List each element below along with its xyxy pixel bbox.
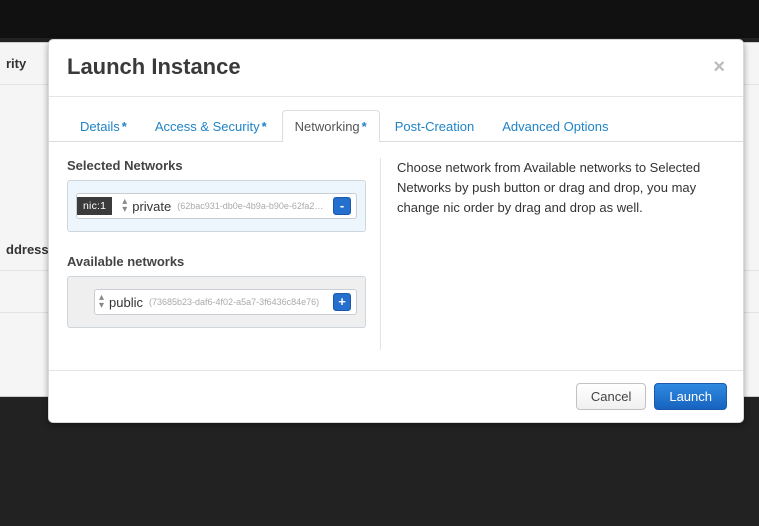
modal-header: Launch Instance × — [49, 40, 743, 97]
selected-networks-label: Selected Networks — [67, 158, 366, 173]
networks-column: Selected Networks nic:1 ▴▾ private (62ba… — [67, 158, 381, 350]
network-name: private — [132, 199, 171, 214]
tab-advanced-options[interactable]: Advanced Options — [489, 110, 621, 142]
modal-body: Selected Networks nic:1 ▴▾ private (62ba… — [49, 142, 743, 370]
available-networks-label: Available networks — [67, 254, 366, 269]
drag-handle-icon[interactable]: ▴▾ — [95, 294, 103, 310]
nic-badge: nic:1 — [77, 197, 112, 215]
close-icon[interactable]: × — [713, 57, 725, 77]
launch-instance-modal: Launch Instance × Details* Access & Secu… — [48, 39, 744, 423]
selected-networks-panel[interactable]: nic:1 ▴▾ private (62bac931-db0e-4b9a-b90… — [67, 180, 366, 232]
tab-details[interactable]: Details* — [67, 110, 140, 142]
tab-networking[interactable]: Networking* — [282, 110, 380, 142]
launch-button[interactable]: Launch — [654, 383, 727, 410]
tab-post-creation[interactable]: Post-Creation — [382, 110, 487, 142]
required-marker: * — [122, 119, 127, 134]
topbar — [0, 0, 759, 38]
tab-label: Networking — [295, 119, 360, 134]
tab-access-security[interactable]: Access & Security* — [142, 110, 280, 142]
tab-bar: Details* Access & Security* Networking* … — [49, 109, 743, 142]
required-marker: * — [262, 119, 267, 134]
available-networks-panel[interactable]: ▴▾ public (73685b23-daf6-4f02-a5a7-3f643… — [67, 276, 366, 328]
remove-network-button[interactable]: - — [333, 197, 351, 215]
tab-label: Details — [80, 119, 120, 134]
drag-handle-icon[interactable]: ▴▾ — [118, 198, 126, 214]
tab-label: Post-Creation — [395, 119, 474, 134]
add-network-button[interactable]: + — [333, 293, 351, 311]
modal-title: Launch Instance — [67, 54, 713, 80]
tab-label: Advanced Options — [502, 119, 608, 134]
network-id: (73685b23-daf6-4f02-a5a7-3f6436c84e76) — [149, 297, 327, 307]
network-chip-public[interactable]: ▴▾ public (73685b23-daf6-4f02-a5a7-3f643… — [94, 289, 357, 315]
help-text: Choose network from Available networks t… — [381, 158, 725, 350]
network-name: public — [109, 295, 143, 310]
required-marker: * — [362, 119, 367, 134]
tab-label: Access & Security — [155, 119, 260, 134]
network-chip-private[interactable]: nic:1 ▴▾ private (62bac931-db0e-4b9a-b90… — [76, 193, 357, 219]
modal-footer: Cancel Launch — [49, 370, 743, 422]
cancel-button[interactable]: Cancel — [576, 383, 646, 410]
network-id: (62bac931-db0e-4b9a-b90e-62fa250c1b2e) — [177, 201, 327, 211]
